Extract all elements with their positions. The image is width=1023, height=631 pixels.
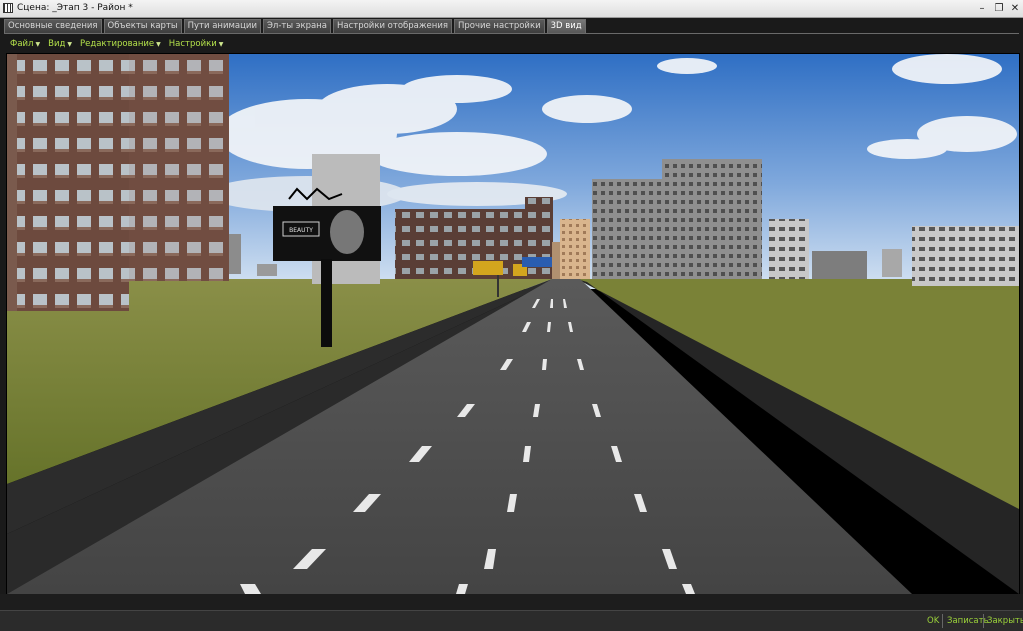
tab-animation-paths[interactable]: Пути анимации — [183, 19, 261, 33]
footer-separator — [942, 614, 943, 628]
chevron-down-icon: ▼ — [218, 41, 224, 48]
billboard-text: BEAUTY — [289, 227, 313, 234]
tab-screen-elements[interactable]: Эл-ты экрана — [262, 19, 331, 33]
3d-scene[interactable]: BEAUTY — [7, 54, 1019, 594]
menu-file[interactable]: Файл ▼ — [10, 39, 40, 51]
menu-view[interactable]: Вид ▼ — [48, 39, 72, 51]
minimize-button[interactable]: – — [975, 0, 989, 17]
tab-divider — [4, 33, 1019, 34]
chevron-down-icon: ▼ — [67, 41, 72, 48]
menu-file-label: Файл — [10, 39, 34, 49]
tab-map-objects[interactable]: Объекты карты — [103, 19, 182, 33]
app-icon — [3, 3, 13, 13]
brick-tower — [7, 54, 229, 311]
close-button[interactable]: Закрыть — [987, 615, 1023, 627]
menu-settings[interactable]: Настройки ▼ — [169, 39, 224, 51]
menu-bar: Файл ▼ Вид ▼ Редактирование ▼ Настройки ▼ — [10, 39, 231, 51]
tab-display-settings[interactable]: Настройки отображения — [332, 19, 452, 33]
footer-bar: OK Записать Закрыть — [0, 610, 1023, 631]
restore-button[interactable]: ❐ — [992, 0, 1006, 17]
tab-general[interactable]: Основные сведения — [4, 19, 102, 33]
3d-viewport[interactable]: BEAUTY — [6, 53, 1020, 595]
menu-view-label: Вид — [48, 39, 66, 49]
viewport-bottom-margin — [0, 594, 1023, 610]
chevron-down-icon: ▼ — [35, 41, 41, 48]
window-title: Сцена: _Этап 3 - Район * — [17, 3, 133, 13]
chevron-down-icon: ▼ — [156, 41, 161, 48]
tab-bar: Основные сведения Объекты карты Пути ани… — [4, 19, 588, 34]
ok-button[interactable]: OK — [927, 615, 939, 627]
menu-edit-label: Редактирование — [79, 39, 155, 49]
close-window-button[interactable]: ✕ — [1008, 0, 1022, 17]
window-titlebar: Сцена: _Этап 3 - Район * – ❐ ✕ — [0, 0, 1023, 18]
tab-other-settings[interactable]: Прочие настройки — [453, 19, 545, 33]
tab-3d-view[interactable]: 3D вид — [546, 19, 586, 34]
footer-separator — [983, 614, 984, 628]
menu-edit[interactable]: Редактирование ▼ — [80, 39, 161, 51]
menu-settings-label: Настройки — [168, 39, 217, 49]
